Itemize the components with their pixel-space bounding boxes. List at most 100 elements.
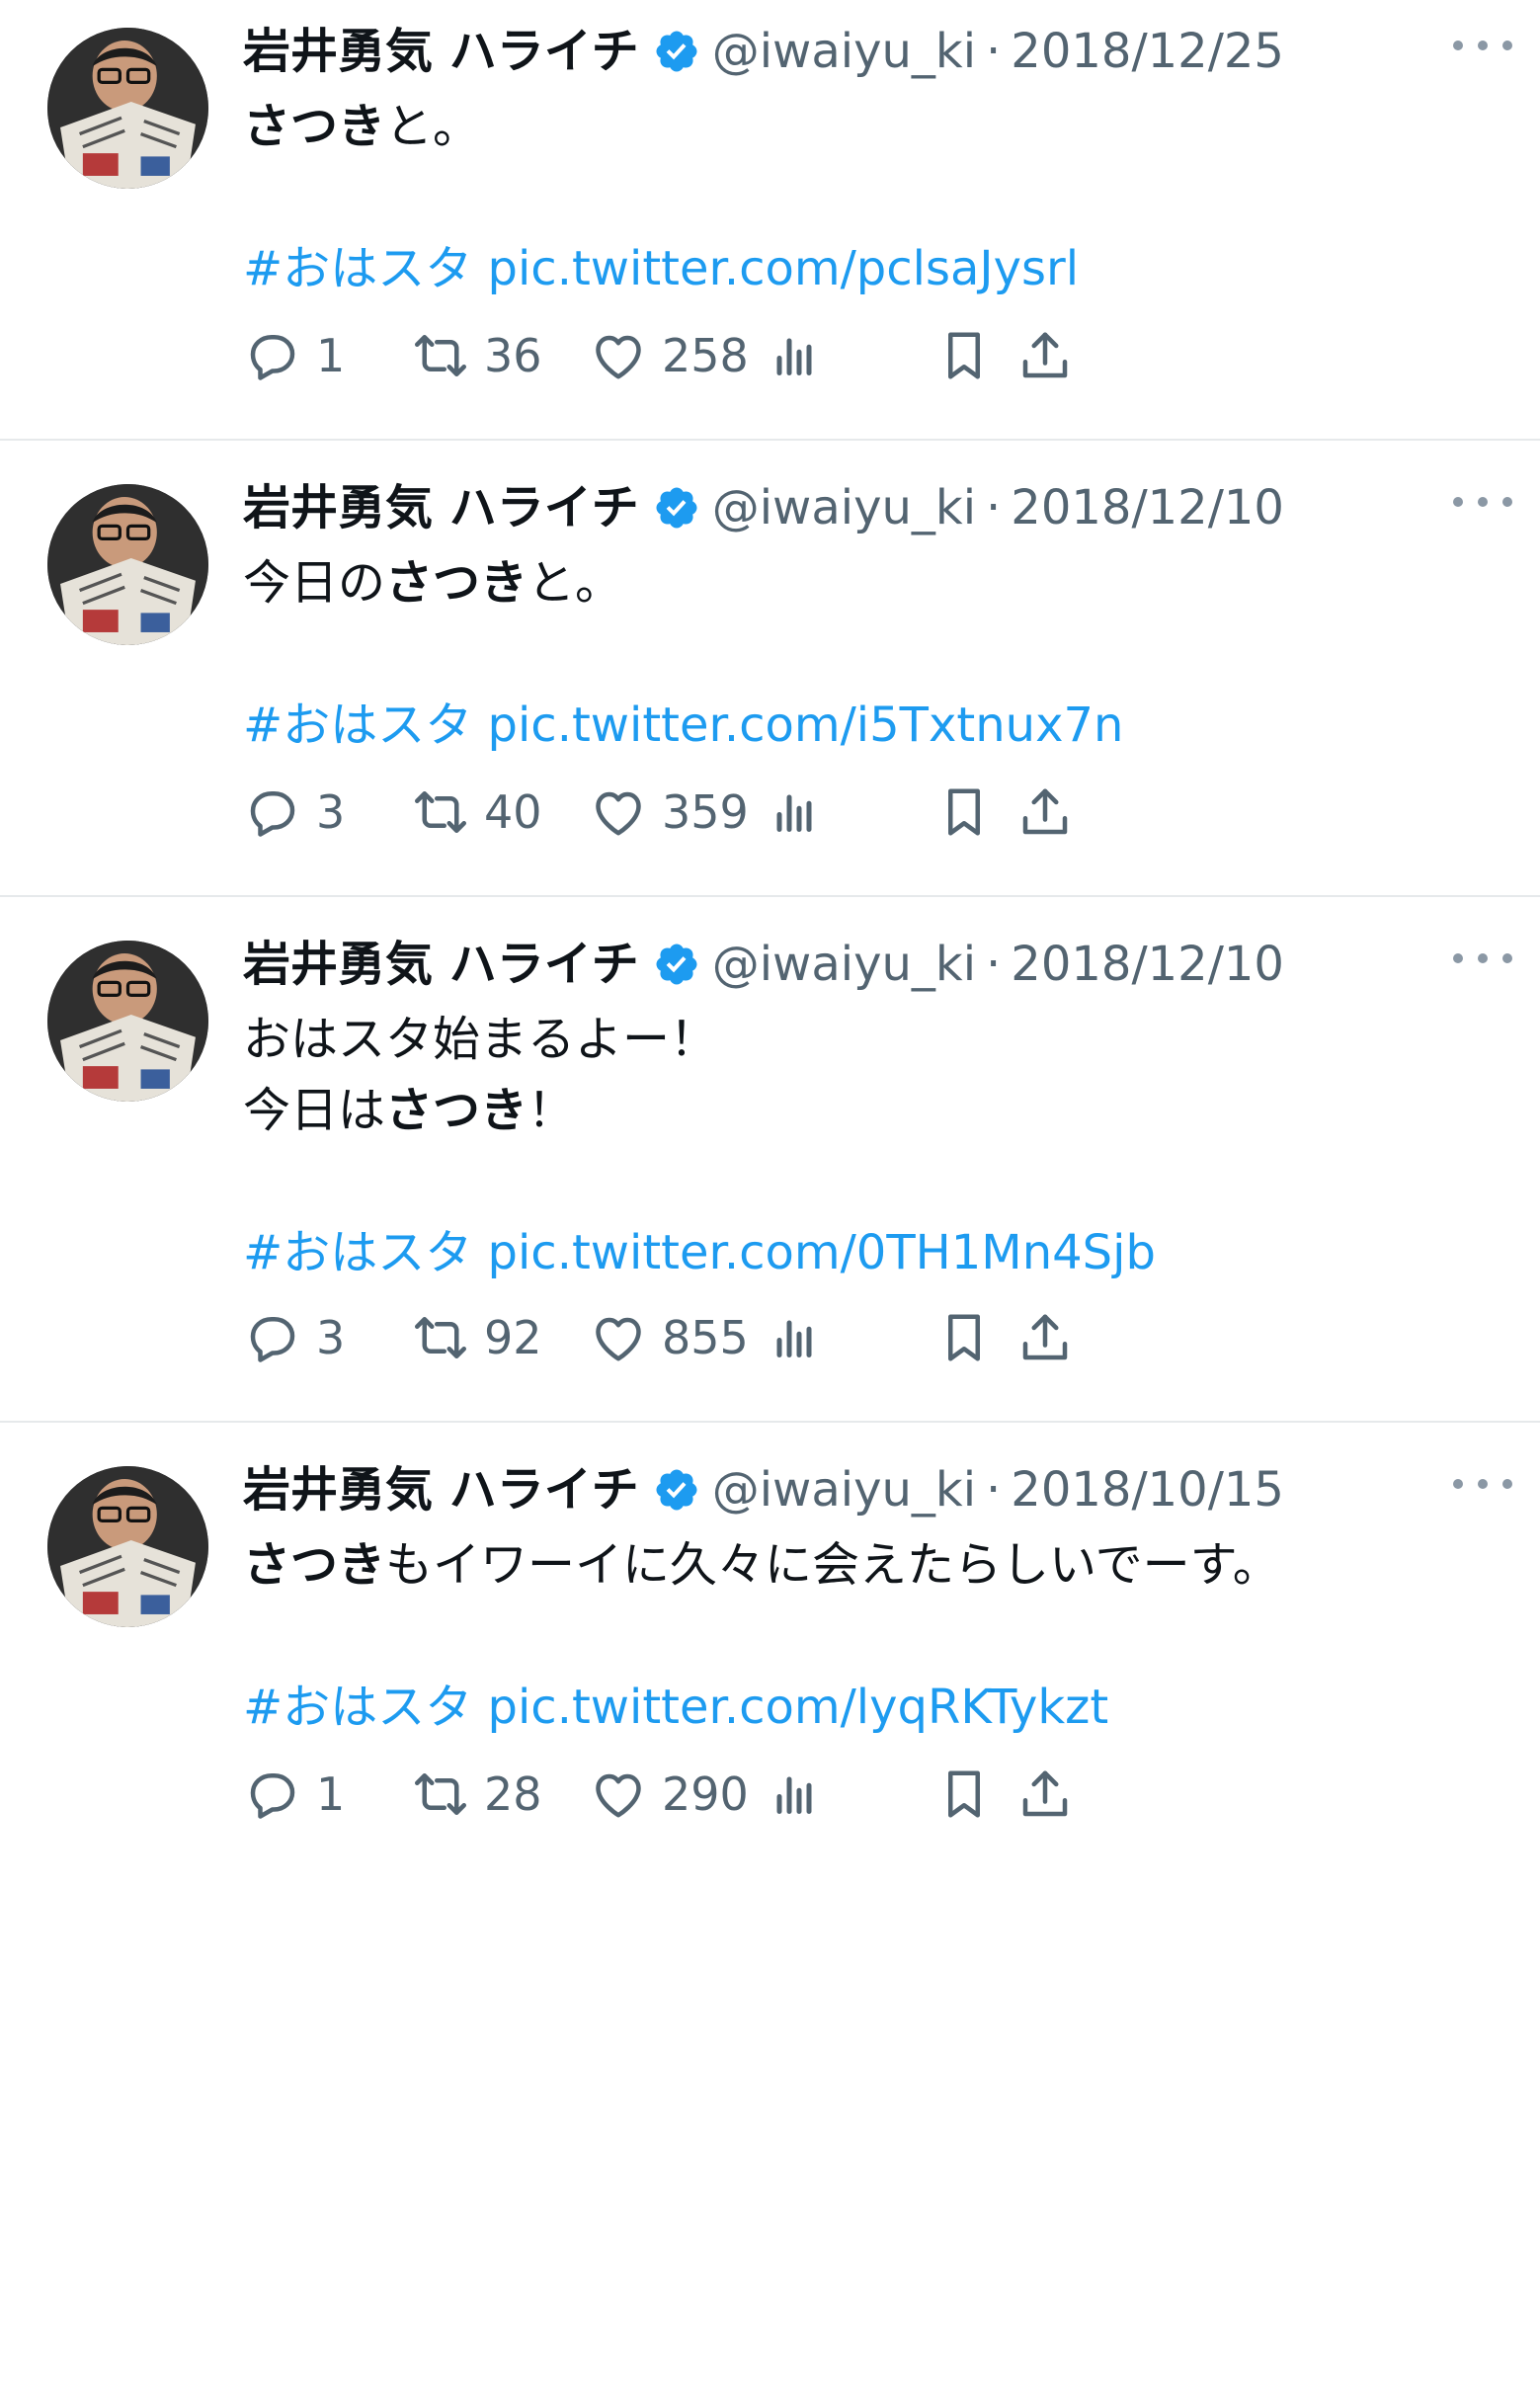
share-button[interactable] (1015, 782, 1075, 842)
tweet[interactable]: 岩井勇気 ハライチ @iwaiyu_ki · 2018/12/10 今日のさつきと。 #お… (0, 456, 1540, 897)
tweet-text-line: おはスタ始まるよー！ (243, 1004, 1500, 1075)
author-handle[interactable]: @iwaiyu_ki (712, 1450, 976, 1529)
tweet-text-segment: さつき (243, 99, 386, 154)
views-button[interactable] (765, 326, 824, 385)
more-icon[interactable] (1453, 1464, 1512, 1504)
retweet-icon (411, 782, 470, 842)
tweet-text: さつきもイワーイに久々に会えたらしいでーす。 #おはスタ pic.twitter.… (243, 1529, 1500, 1743)
verified-badge-icon (639, 484, 712, 532)
tweet-text-segment: ！ (527, 1083, 576, 1138)
views-button[interactable] (765, 1308, 824, 1367)
tweet-text-line: 今日のさつきと。 (243, 547, 1500, 618)
retweet-button[interactable]: 92 (411, 1308, 542, 1367)
tweet-link[interactable]: pic.twitter.com/lyqRKTykzt (472, 1680, 1108, 1735)
tweet-header: 岩井勇気 ハライチ @iwaiyu_ki · 2018/12/10 (243, 468, 1500, 547)
bookmark-button[interactable] (934, 782, 994, 842)
tweet-header: 岩井勇気 ハライチ @iwaiyu_ki · 2018/10/15 (243, 1450, 1500, 1529)
verified-badge-icon (639, 1466, 712, 1514)
likes-count: 258 (662, 329, 749, 382)
tweet-date[interactable]: 2018/10/15 (1011, 1450, 1284, 1529)
verified-badge-icon (639, 941, 712, 988)
heart-icon (589, 1308, 648, 1367)
more-icon[interactable] (1453, 939, 1512, 978)
tweet-link[interactable]: #おはスタ (243, 1225, 472, 1280)
replies-count: 1 (316, 329, 346, 382)
tweet-link[interactable]: #おはスタ (243, 1680, 472, 1735)
tweet-text-segment: さつき (385, 555, 528, 611)
avatar[interactable] (47, 941, 208, 1102)
tweet-link[interactable]: #おはスタ (243, 698, 472, 753)
author-handle[interactable]: @iwaiyu_ki (712, 468, 976, 547)
separator-dot: · (986, 480, 1002, 535)
more-icon[interactable] (1453, 482, 1512, 522)
reply-icon (243, 1308, 302, 1367)
views-button[interactable] (765, 782, 824, 842)
avatar[interactable] (47, 1466, 208, 1627)
author-handle[interactable]: @iwaiyu_ki (712, 925, 976, 1004)
tweet-link[interactable]: pic.twitter.com/i5Txtnux7n (472, 698, 1123, 753)
more-icon[interactable] (1453, 26, 1512, 65)
tweet-text-segment: もイワーイに久々に会えたらしいでーす。 (385, 1537, 1280, 1593)
retweet-icon (411, 1765, 470, 1824)
retweets-count: 36 (484, 329, 542, 382)
heart-icon (589, 1765, 648, 1824)
tweet-text-segment: さつき (243, 1537, 386, 1593)
tweet-text-segment: 今日は (243, 1083, 386, 1138)
tweet-text: 今日のさつきと。 #おはスタ pic.twitter.com/i5Txtnux7n (243, 547, 1500, 761)
tweet-date[interactable]: 2018/12/10 (1011, 925, 1284, 1004)
share-button[interactable] (1015, 326, 1075, 385)
tweet-text-segment: と。 (527, 555, 623, 611)
share-button[interactable] (1015, 1765, 1075, 1824)
reply-button[interactable]: 1 (243, 1765, 345, 1824)
bookmark-icon (934, 326, 994, 385)
like-button[interactable]: 290 (589, 1765, 749, 1824)
reply-button[interactable]: 3 (243, 782, 345, 842)
bookmark-icon (934, 782, 994, 842)
separator-dot: · (986, 1462, 1002, 1518)
tweet-actions: 1 28 290 (243, 1765, 1500, 1824)
like-button[interactable]: 258 (589, 326, 749, 385)
retweet-button[interactable]: 40 (411, 782, 542, 842)
share-button[interactable] (1015, 1308, 1075, 1367)
tweet-text-segment: 今日の (243, 555, 386, 611)
tweet-link[interactable]: pic.twitter.com/pclsaJysrl (472, 241, 1079, 296)
heart-icon (589, 782, 648, 842)
author-handle[interactable]: @iwaiyu_ki (712, 12, 976, 91)
reply-button[interactable]: 3 (243, 1308, 345, 1367)
tweet-link[interactable]: #おはスタ (243, 241, 472, 296)
avatar[interactable] (47, 484, 208, 645)
bookmark-button[interactable] (934, 1308, 994, 1367)
views-button[interactable] (765, 1765, 824, 1824)
like-button[interactable]: 855 (589, 1308, 749, 1367)
tweet-header: 岩井勇気 ハライチ @iwaiyu_ki · 2018/12/25 (243, 12, 1500, 91)
retweets-count: 40 (484, 785, 542, 839)
share-icon (1015, 1308, 1075, 1367)
tweet-text-line: #おはスタ pic.twitter.com/i5Txtnux7n (243, 690, 1500, 761)
retweet-button[interactable]: 28 (411, 1765, 542, 1824)
bookmark-button[interactable] (934, 326, 994, 385)
views-icon (765, 1765, 824, 1824)
replies-count: 1 (316, 1767, 346, 1821)
tweet[interactable]: 岩井勇気 ハライチ @iwaiyu_ki · 2018/12/25 さつきと。 #おはス… (0, 0, 1540, 441)
bookmark-button[interactable] (934, 1765, 994, 1824)
author-name[interactable]: 岩井勇気 ハライチ (243, 925, 639, 1004)
views-icon (765, 326, 824, 385)
avatar[interactable] (47, 28, 208, 189)
retweet-button[interactable]: 36 (411, 326, 542, 385)
share-icon (1015, 782, 1075, 842)
author-name[interactable]: 岩井勇気 ハライチ (243, 1450, 639, 1529)
tweet-date[interactable]: 2018/12/25 (1011, 12, 1284, 91)
tweet[interactable]: 岩井勇気 ハライチ @iwaiyu_ki · 2018/12/10 おはスタ始まるよー！… (0, 913, 1540, 1423)
reply-button[interactable]: 1 (243, 326, 345, 385)
author-name[interactable]: 岩井勇気 ハライチ (243, 12, 639, 91)
tweet-link[interactable]: pic.twitter.com/0TH1Mn4Sjb (472, 1225, 1155, 1280)
author-name[interactable]: 岩井勇気 ハライチ (243, 468, 639, 547)
like-button[interactable]: 359 (589, 782, 749, 842)
tweet-date[interactable]: 2018/12/10 (1011, 468, 1284, 547)
tweet[interactable]: 岩井勇気 ハライチ @iwaiyu_ki · 2018/10/15 さつきもイワーイに久… (0, 1438, 1540, 1853)
tweet-text-segment: おはスタ始まるよー！ (243, 1012, 718, 1067)
